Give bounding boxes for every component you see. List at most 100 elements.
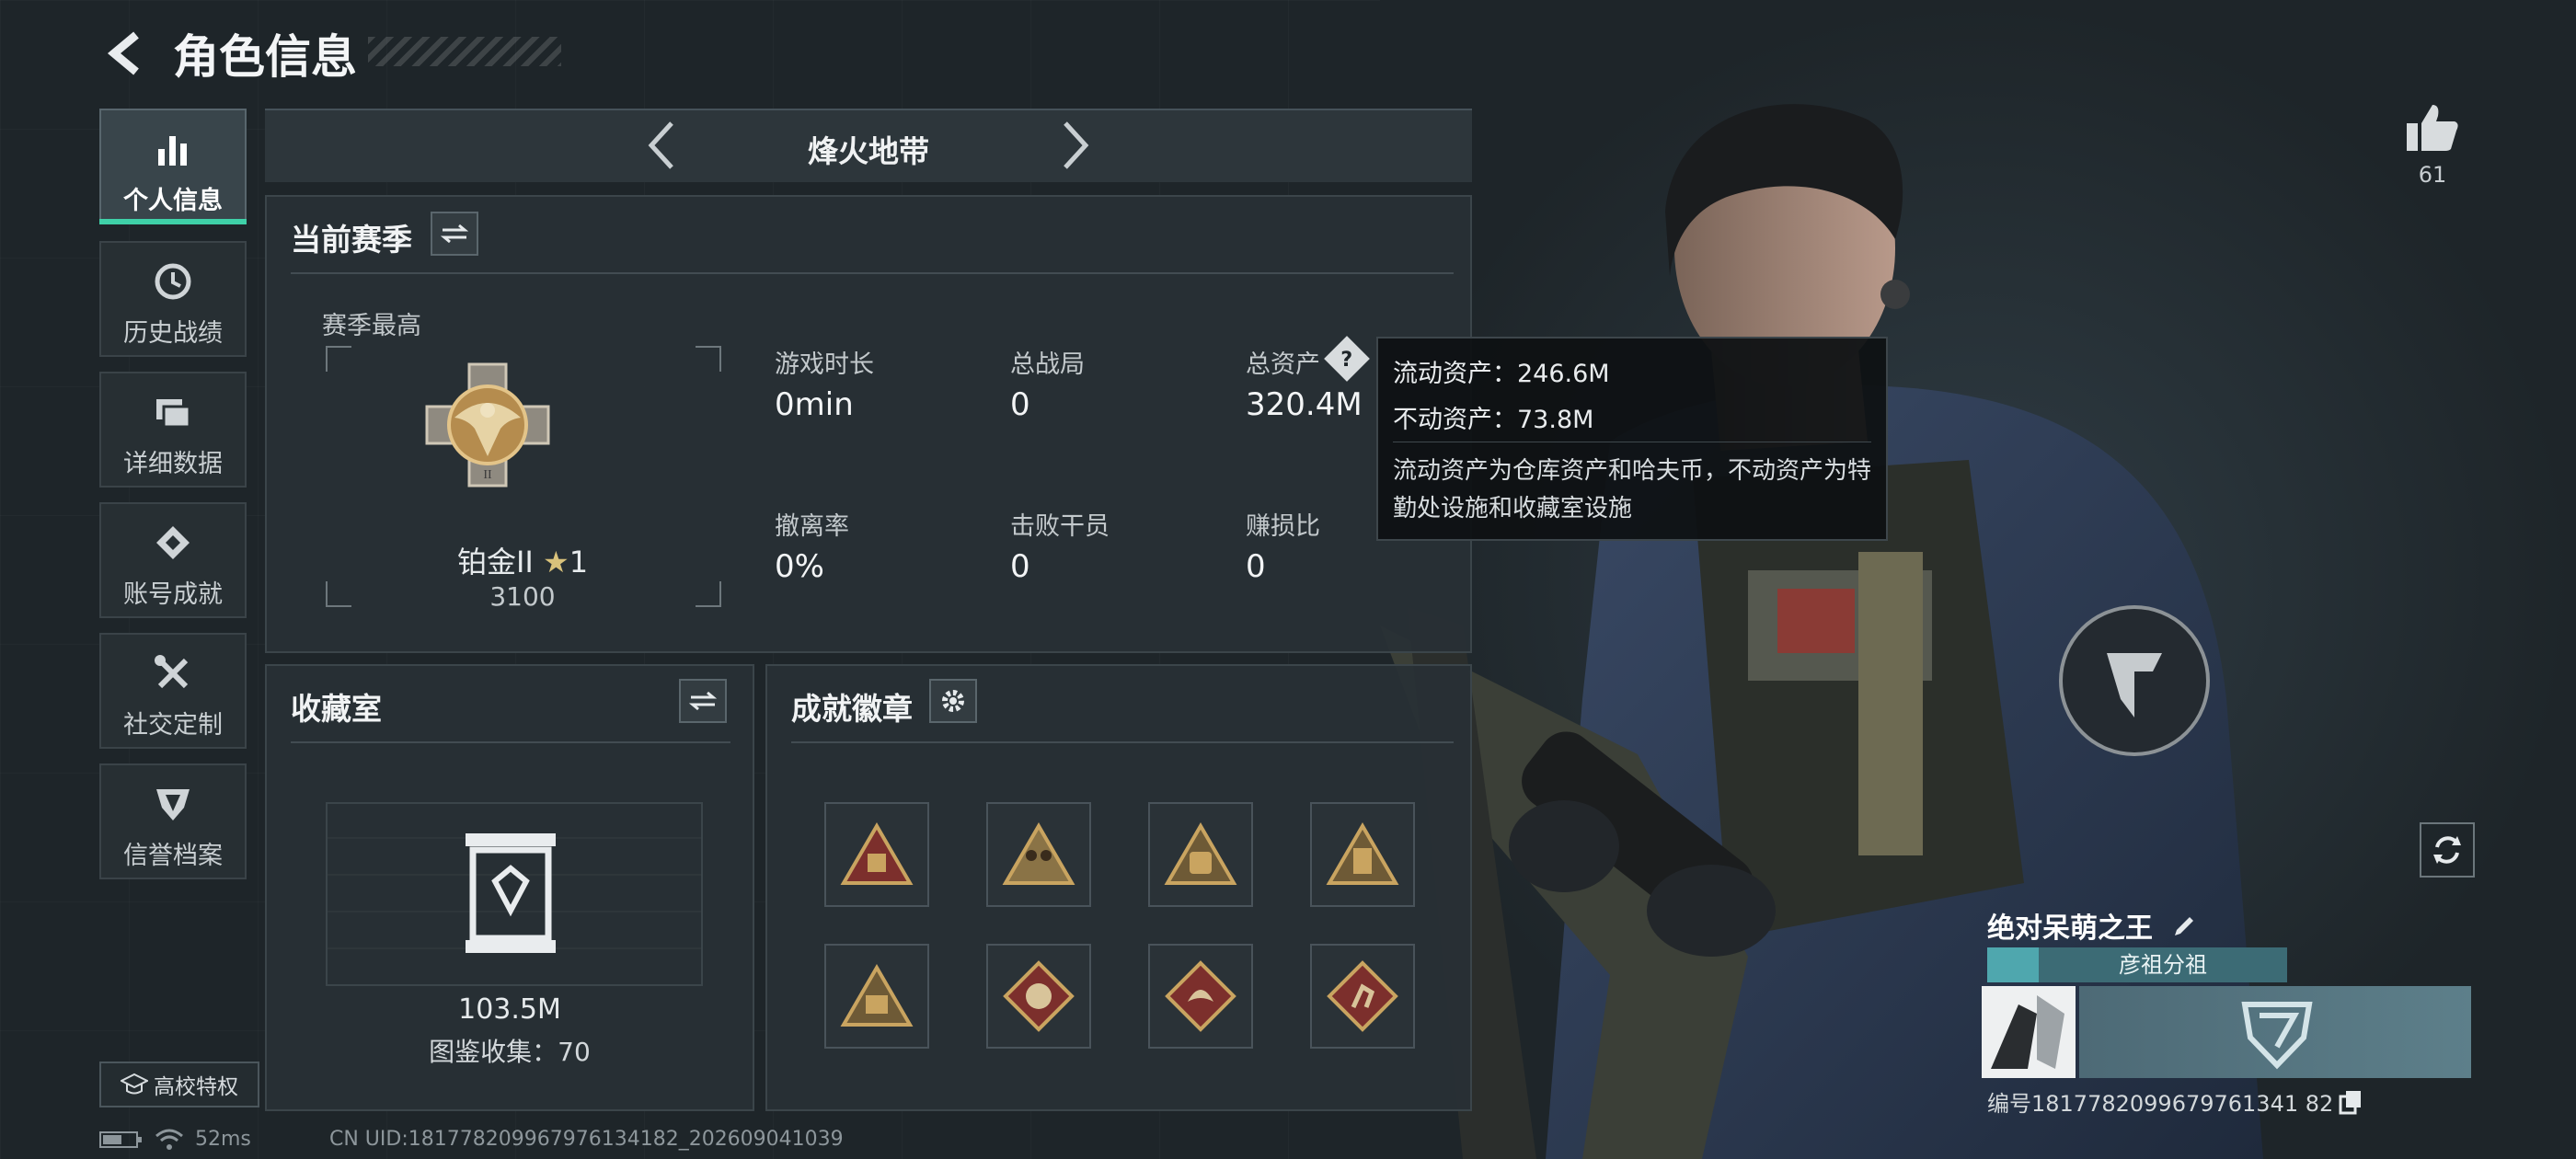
achievement-badge[interactable] xyxy=(986,802,1091,907)
mode-selector: 烽火地带 xyxy=(265,109,1472,182)
stat-label: 总战局 xyxy=(1010,350,1085,379)
collection-title: 收藏室 xyxy=(291,691,382,727)
achievement-badge[interactable] xyxy=(824,944,929,1049)
achievement-badge[interactable] xyxy=(824,802,929,907)
player-card-banner[interactable] xyxy=(2079,986,2471,1078)
achievement-icon xyxy=(101,522,245,565)
sidebar-item-credit[interactable]: 信誉档案 xyxy=(99,763,247,879)
swap-icon xyxy=(441,224,468,244)
stat-label: 击败干员 xyxy=(1010,512,1110,541)
sidebar-item-label: 账号成就 xyxy=(123,580,223,609)
stat-label: 总资产 xyxy=(1246,350,1320,379)
sidebar-item-label: 历史战绩 xyxy=(123,319,223,348)
wifi-icon xyxy=(155,1129,183,1150)
stat-value: 0min xyxy=(775,386,854,423)
tools-icon xyxy=(101,653,245,695)
divider xyxy=(791,741,1454,743)
copy-icon[interactable] xyxy=(2339,1089,2363,1115)
sidebar-item-history[interactable]: 历史战绩 xyxy=(99,241,247,357)
achievement-badge[interactable] xyxy=(1310,944,1415,1049)
page-title: 角色信息 xyxy=(173,30,357,84)
sidebar-item-label: 详细数据 xyxy=(123,450,223,478)
stat-value: 0 xyxy=(1010,386,1030,423)
gear-icon xyxy=(942,690,964,712)
liquid-assets-text: 流动资产：246.6M xyxy=(1393,360,1610,388)
badges-panel: 成就徽章 xyxy=(765,664,1472,1111)
achievement-badge[interactable] xyxy=(986,944,1091,1049)
team-tag[interactable]: 彦祖分祖 xyxy=(1987,947,2287,982)
back-arrow-icon[interactable] xyxy=(99,26,155,81)
campus-privilege-button[interactable]: 高校特权 xyxy=(99,1061,259,1107)
red-diamond-runner-badge-icon xyxy=(1327,960,1398,1032)
swap-icon xyxy=(689,691,717,711)
ping-value: 52ms xyxy=(195,1128,251,1151)
refresh-icon xyxy=(2433,836,2461,864)
sidebar-item-personal-info[interactable]: 个人信息 xyxy=(99,109,247,224)
season-panel: 当前赛季 赛季最高 II 铂金II ★1 3100 游戏时长 0min 总战局 … xyxy=(265,195,1472,653)
battery-icon xyxy=(99,1130,142,1148)
stat-value: 0% xyxy=(775,548,824,585)
divider xyxy=(291,272,1454,274)
catalog-count: 图鉴收集：70 xyxy=(429,1037,591,1067)
vault-display-icon xyxy=(466,833,556,953)
gold-triangle-card-badge-icon xyxy=(1326,822,1399,885)
like-button[interactable]: 61 xyxy=(2396,101,2469,188)
gold-triangle-soldiers-badge-icon xyxy=(1002,822,1075,885)
achievement-badge[interactable] xyxy=(1148,944,1253,1049)
avatar-image xyxy=(1982,986,2076,1078)
season-title: 当前赛季 xyxy=(291,222,412,258)
frame-corner xyxy=(696,346,721,372)
mode-name: 烽火地带 xyxy=(808,133,929,169)
edit-pencil-icon[interactable] xyxy=(2169,913,2197,941)
player-name-text: 绝对呆萌之王 xyxy=(1987,912,2153,945)
client-uid: CN UID:181778209967976134182_20260904103… xyxy=(329,1128,844,1151)
sidebar-item-detailed-data[interactable]: 详细数据 xyxy=(99,372,247,488)
frame-corner xyxy=(326,346,351,372)
badges-settings-button[interactable] xyxy=(929,679,977,723)
season-switch-button[interactable] xyxy=(431,212,478,256)
platinum-rank-emblem-icon: II xyxy=(425,362,550,488)
collection-panel: 收藏室 103.5M 图鉴收集：70 xyxy=(265,664,754,1111)
achievement-badge[interactable] xyxy=(1310,802,1415,907)
stat-value: 0 xyxy=(1246,548,1266,585)
rank-stars: 1 xyxy=(569,545,589,580)
campus-label: 高校特权 xyxy=(154,1075,238,1099)
rank-name: 铂金II xyxy=(456,545,534,580)
shield-emblem-icon xyxy=(101,784,245,826)
rank-score: 3100 xyxy=(489,581,556,612)
sidebar-item-social[interactable]: 社交定制 xyxy=(99,633,247,749)
fixed-assets-text: 不动资产：73.8M xyxy=(1393,406,1594,434)
help-icon[interactable]: ? xyxy=(1324,336,1370,382)
rotate-view-button[interactable] xyxy=(2420,822,2475,878)
player-id-text: 编号1817782099679761341 82 xyxy=(1987,1091,2334,1117)
folder-icon xyxy=(101,392,245,434)
stat-label: 赚损比 xyxy=(1246,512,1320,541)
avatar[interactable] xyxy=(1982,986,2076,1078)
stat-label: 游戏时长 xyxy=(775,350,874,379)
next-mode-arrow-icon[interactable] xyxy=(1047,118,1102,173)
red-diamond-wolf-badge-icon xyxy=(1003,960,1075,1032)
collection-value: 103.5M xyxy=(458,993,561,1026)
gold-triangle-badge-icon xyxy=(840,822,914,885)
red-diamond-dragon-badge-icon xyxy=(1165,960,1236,1032)
season-highest-label: 赛季最高 xyxy=(322,312,421,340)
collection-switch-button[interactable] xyxy=(679,679,727,723)
like-count: 61 xyxy=(2418,162,2447,188)
asset-tooltip: 流动资产：246.6M 不动资产：73.8M 流动资产为仓库资产和哈夫币，不动资… xyxy=(1376,337,1888,541)
sidebar-item-achievements[interactable]: 账号成就 xyxy=(99,502,247,618)
faction-emblem-icon xyxy=(2241,1002,2313,1070)
sidebar-item-label: 个人信息 xyxy=(123,187,223,215)
achievement-badge[interactable] xyxy=(1148,802,1253,907)
bar-chart-icon xyxy=(101,129,245,171)
stat-value: 0 xyxy=(1010,548,1030,585)
asset-description: 流动资产为仓库资产和哈夫币，不动资产为特勤处设施和收藏室设施 xyxy=(1393,457,1872,522)
graduation-cap-icon xyxy=(121,1073,148,1095)
stat-label: 撤离率 xyxy=(775,512,849,541)
player-name: 绝对呆萌之王 xyxy=(1987,905,2197,946)
star-icon: ★ xyxy=(543,545,569,580)
gold-triangle-bag-badge-icon xyxy=(1164,822,1237,885)
history-clock-icon xyxy=(101,261,245,304)
gold-triangle-box-badge-icon xyxy=(840,964,914,1027)
status-bar: 52ms CN UID:181778209967976134182_202609… xyxy=(99,1128,844,1151)
svg-text:II: II xyxy=(483,468,492,482)
